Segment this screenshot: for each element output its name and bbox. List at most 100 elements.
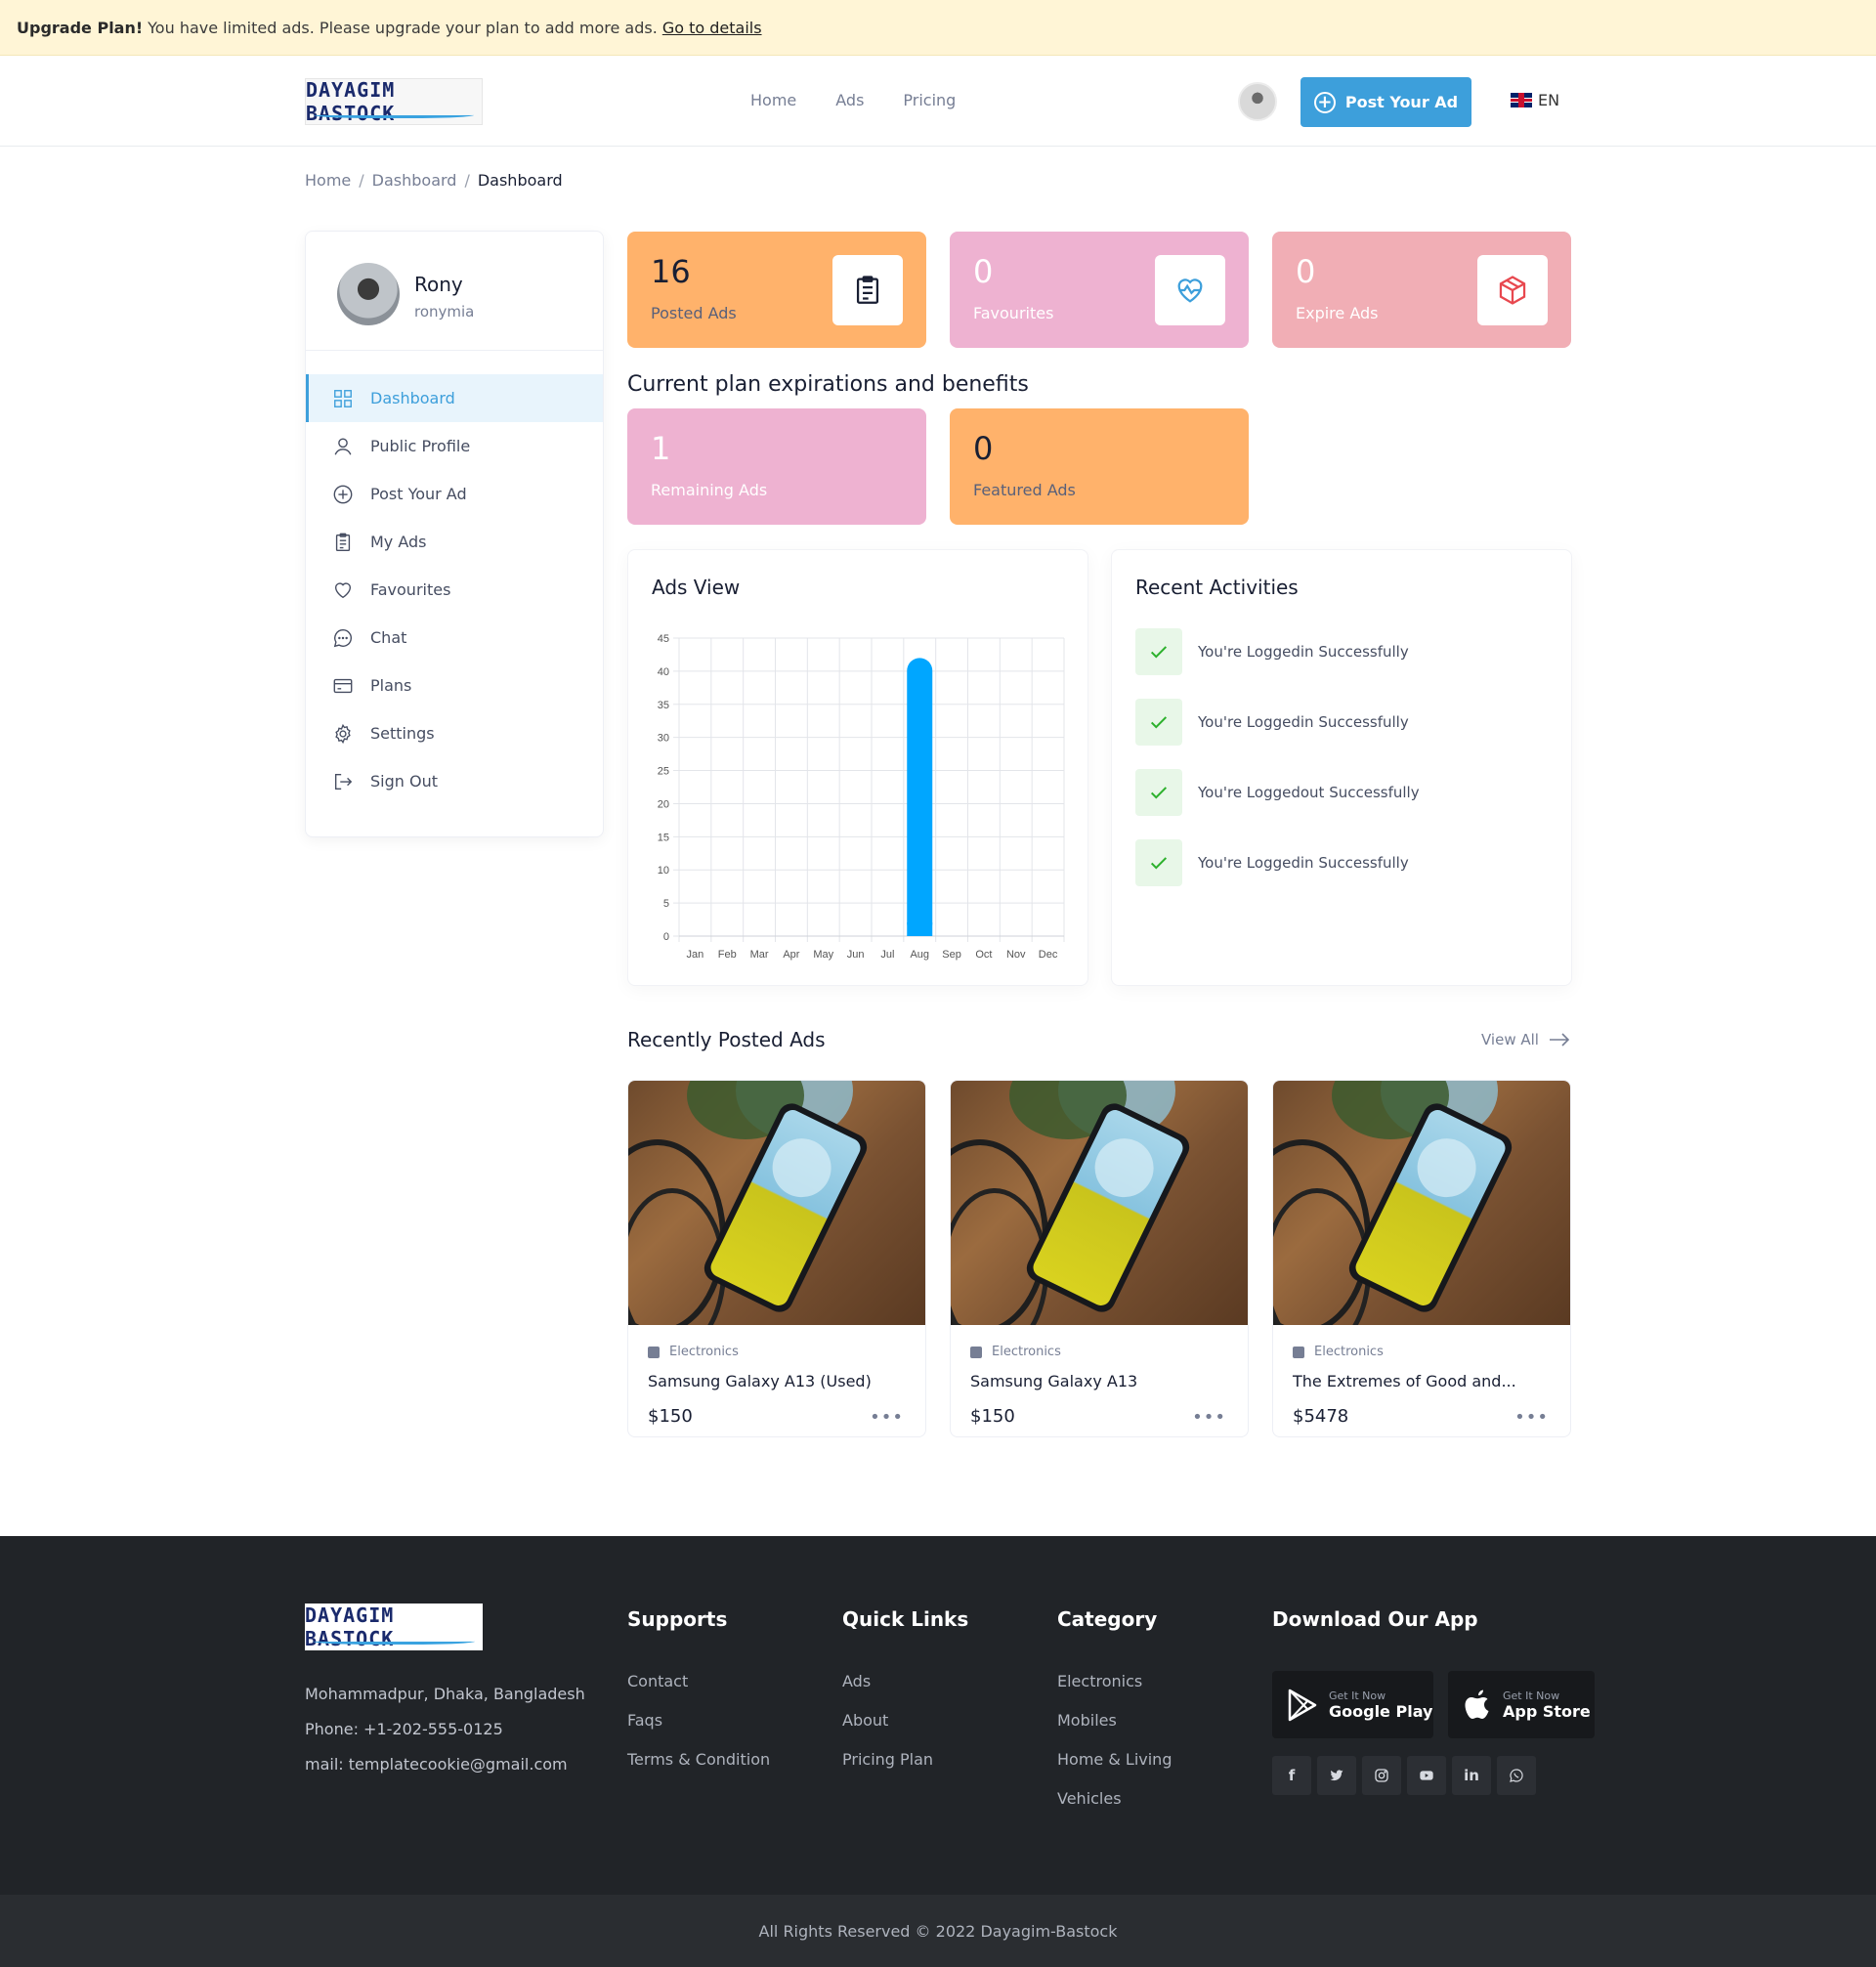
footer-link-mobiles[interactable]: Mobiles: [1057, 1711, 1117, 1730]
profile-summary: Rony ronymia: [306, 232, 603, 351]
facebook-icon[interactable]: f: [1272, 1756, 1311, 1795]
breadcrumb-dashboard[interactable]: Dashboard: [372, 171, 457, 190]
view-all-link[interactable]: View All: [1481, 1031, 1570, 1048]
language-selector[interactable]: EN: [1511, 91, 1559, 109]
upgrade-banner: Upgrade Plan! You have limited ads. Plea…: [0, 0, 1876, 56]
footer-link-home-living[interactable]: Home & Living: [1057, 1750, 1172, 1769]
ad-category: Electronics: [648, 1345, 739, 1359]
nav-ads[interactable]: Ads: [835, 91, 864, 109]
sign-out-icon: [331, 770, 355, 793]
stat-label: Favourites: [973, 304, 1054, 322]
sidebar-item-label: Settings: [370, 724, 435, 743]
linkedin-icon[interactable]: in: [1452, 1756, 1491, 1795]
sidebar-item-sign-out[interactable]: Sign Out: [306, 757, 603, 805]
banner-details-link[interactable]: Go to details: [662, 19, 762, 37]
sidebar-item-my-ads[interactable]: My Ads: [306, 518, 603, 566]
y-tick-label: 40: [658, 666, 669, 678]
ad-image: [628, 1081, 925, 1325]
category-icon: [1293, 1346, 1304, 1358]
heart-pulse-icon: [1155, 255, 1225, 325]
avatar: [337, 263, 400, 325]
breadcrumb-current: Dashboard: [477, 171, 563, 190]
remaining-ads-card: 1 Remaining Ads: [627, 408, 926, 525]
site-logo[interactable]: DAYAGIM BASTOCK: [305, 78, 483, 125]
post-ad-button[interactable]: + Post Your Ad: [1300, 77, 1471, 127]
header-avatar[interactable]: [1238, 82, 1277, 121]
nav-pricing[interactable]: Pricing: [903, 91, 956, 109]
ad-price: $150: [970, 1406, 1015, 1427]
nav-home[interactable]: Home: [750, 91, 796, 109]
footer-link-ads[interactable]: Ads: [842, 1672, 871, 1690]
activity-text: You're Loggedout Successfully: [1198, 784, 1420, 801]
more-options-icon[interactable]: •••: [1192, 1407, 1226, 1428]
quick-links-title: Quick Links: [842, 1607, 969, 1631]
instagram-icon[interactable]: [1362, 1756, 1401, 1795]
chat-icon: [331, 626, 355, 650]
ad-title: The Extremes of Good and...: [1293, 1372, 1516, 1390]
more-options-icon[interactable]: •••: [1514, 1407, 1549, 1428]
posted-ads-card: 16 Posted Ads: [627, 232, 926, 348]
activity-item: You're Loggedin Successfully: [1135, 699, 1409, 746]
download-app-title: Download Our App: [1272, 1607, 1478, 1631]
check-icon: [1135, 839, 1182, 886]
site-footer: DAYAGIM BASTOCK Mohammadpur, Dhaka, Bang…: [0, 1536, 1876, 1967]
sidebar-item-settings[interactable]: Settings: [306, 709, 603, 757]
check-icon: [1135, 769, 1182, 816]
sidebar-item-post-ad[interactable]: Post Your Ad: [306, 470, 603, 518]
footer-link-faqs[interactable]: Faqs: [627, 1711, 662, 1730]
copyright-text: All Rights Reserved © 2022 Dayagim-Basto…: [758, 1921, 1118, 1941]
activity-item: You're Loggedin Successfully: [1135, 628, 1409, 675]
ad-card[interactable]: Electronics Samsung Galaxy A13 (Used) $1…: [627, 1080, 926, 1437]
sidebar-item-label: Public Profile: [370, 437, 471, 455]
more-options-icon[interactable]: •••: [870, 1407, 904, 1428]
sidebar-item-chat[interactable]: Chat: [306, 614, 603, 662]
activity-item: You're Loggedout Successfully: [1135, 769, 1420, 816]
google-play-button[interactable]: Get It Now Google Play: [1272, 1671, 1433, 1738]
y-tick-label: 45: [658, 633, 669, 645]
footer-link-vehicles[interactable]: Vehicles: [1057, 1789, 1122, 1808]
profile-username: ronymia: [414, 303, 475, 321]
ads-view-panel: Ads View 0 5 10 15 20 25 30 35 40 45 Jan Feb Mar Apr M…: [627, 549, 1088, 986]
expire-ads-card: 0 Expire Ads: [1272, 232, 1571, 348]
footer-logo[interactable]: DAYAGIM BASTOCK: [305, 1604, 483, 1650]
footer-link-contact[interactable]: Contact: [627, 1672, 688, 1690]
breadcrumb-separator: /: [359, 171, 364, 190]
activity-text: You're Loggedin Successfully: [1198, 643, 1409, 661]
y-tick-label: 30: [658, 733, 669, 745]
breadcrumb-home[interactable]: Home: [305, 171, 351, 190]
footer-link-about[interactable]: About: [842, 1711, 888, 1730]
whatsapp-icon[interactable]: [1497, 1756, 1536, 1795]
stat-value: 1: [651, 430, 671, 467]
x-tick-label: May: [813, 949, 833, 961]
youtube-icon[interactable]: [1407, 1756, 1446, 1795]
breadcrumb-separator: /: [464, 171, 470, 190]
footer-link-terms[interactable]: Terms & Condition: [627, 1750, 770, 1769]
sidebar-menu: Dashboard Public Profile Post Your Ad My…: [306, 374, 603, 805]
footer-link-electronics[interactable]: Electronics: [1057, 1672, 1142, 1690]
sidebar-item-favourites[interactable]: Favourites: [306, 566, 603, 614]
card-icon: [331, 674, 355, 698]
twitter-icon[interactable]: [1317, 1756, 1356, 1795]
sidebar-item-dashboard[interactable]: Dashboard: [306, 374, 603, 422]
plus-circle-icon: +: [1313, 91, 1336, 113]
category-icon: [648, 1346, 660, 1358]
app-store-button[interactable]: Get It Now App Store: [1448, 1671, 1595, 1738]
ad-card[interactable]: Electronics Samsung Galaxy A13 $150 •••: [950, 1080, 1249, 1437]
x-tick-label: Oct: [975, 949, 992, 961]
google-play-icon: [1288, 1689, 1317, 1721]
ad-price: $5478: [1293, 1406, 1349, 1427]
sidebar-item-label: Favourites: [370, 580, 451, 599]
plan-section-title: Current plan expirations and benefits: [627, 372, 1029, 397]
dashboard-sidebar: Rony ronymia Dashboard Public Profile Po…: [305, 231, 604, 837]
y-tick-label: 0: [663, 931, 669, 943]
sidebar-item-public-profile[interactable]: Public Profile: [306, 422, 603, 470]
footer-link-pricing-plan[interactable]: Pricing Plan: [842, 1750, 933, 1769]
sidebar-item-plans[interactable]: Plans: [306, 662, 603, 709]
arrow-right-icon: [1549, 1033, 1570, 1047]
category-title: Category: [1057, 1607, 1158, 1631]
ad-card[interactable]: Electronics The Extremes of Good and... …: [1272, 1080, 1571, 1437]
ad-category-label: Electronics: [669, 1345, 739, 1359]
ads-view-chart: 0 5 10 15 20 25 30 35 40 45 Jan Feb Mar Apr May Jun Jul A…: [658, 633, 1065, 961]
stat-label: Remaining Ads: [651, 481, 768, 499]
heart-icon: [331, 578, 355, 602]
